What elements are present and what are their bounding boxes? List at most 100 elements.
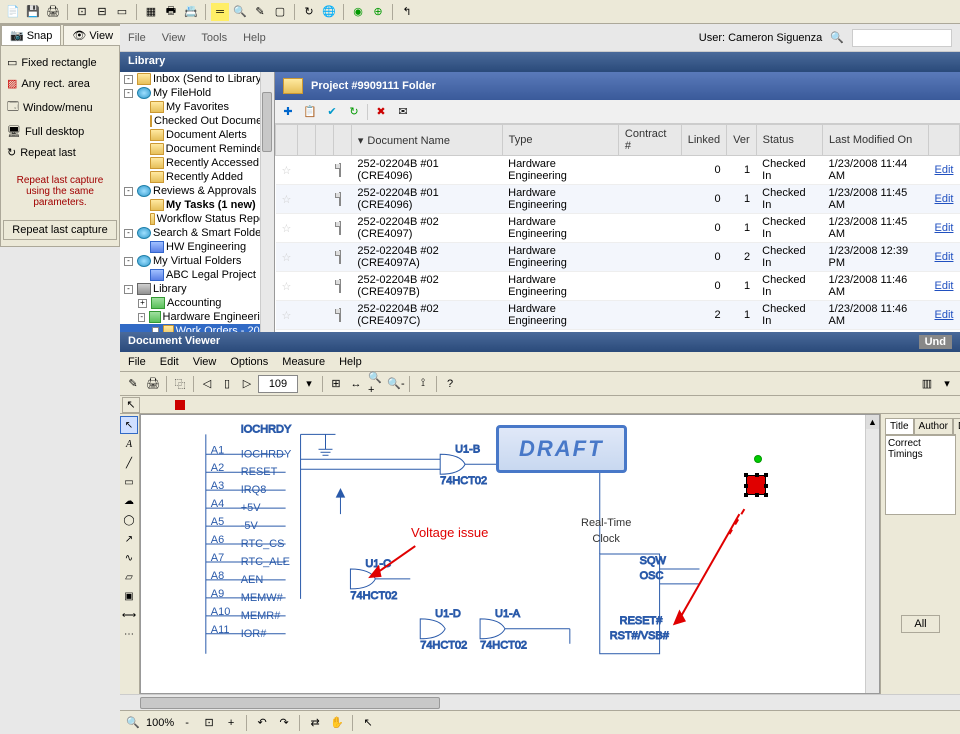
refresh-icon[interactable]: ↻ [345, 103, 363, 121]
expand-icon[interactable]: - [124, 75, 133, 84]
opt-repeat[interactable]: ↻Repeat last [7, 142, 113, 163]
tree-item[interactable]: My Tasks (1 new) [120, 198, 274, 212]
rotate-right-icon[interactable]: ↷ [275, 714, 293, 732]
dv-page-icon[interactable]: ▯ [218, 375, 236, 393]
zoomout-icon[interactable]: - [178, 714, 196, 732]
dv-zoomout-icon[interactable]: 🔍- [387, 375, 405, 393]
rotate-left-icon[interactable]: ↶ [253, 714, 271, 732]
arrow-tool-icon[interactable]: ↗ [120, 530, 138, 548]
tool-target-icon[interactable]: ◉ [349, 3, 367, 21]
dv-help-icon[interactable]: ? [441, 375, 459, 393]
text-tool-icon[interactable]: A [120, 435, 138, 453]
rect-tool-icon[interactable]: ▭ [120, 473, 138, 491]
dv-next-icon[interactable]: ▷ [238, 375, 256, 393]
col-header[interactable]: Status [756, 125, 822, 156]
tool-scanner-icon[interactable]: 📇 [182, 3, 200, 21]
dv-fitw-icon[interactable]: ↔ [347, 375, 365, 393]
tree-item[interactable]: -Search & Smart Folders [120, 226, 274, 240]
tree-item[interactable]: -Library [120, 282, 274, 296]
tool-save-icon[interactable]: 💾 [24, 3, 42, 21]
col-header[interactable]: Last Modified On [823, 125, 929, 156]
dv-more-icon[interactable]: ▾ [938, 375, 956, 393]
table-row[interactable]: ☆252-02204B #02 (CRE4097)Hardware Engine… [276, 214, 960, 243]
repeat-capture-button[interactable]: Repeat last capture [3, 220, 116, 240]
ellipse-tool-icon[interactable]: ◯ [120, 511, 138, 529]
stamp-tool-icon[interactable]: ▣ [120, 587, 138, 605]
col-header[interactable] [333, 125, 351, 156]
zoom-tool-icon[interactable]: 🔍 [124, 714, 142, 732]
tool-window-icon[interactable]: ▭ [113, 3, 131, 21]
col-header[interactable]: Ver [727, 125, 757, 156]
tree-item[interactable]: Checked Out Documents [120, 114, 274, 128]
dv-ruler-icon[interactable]: ⟟ [414, 375, 432, 393]
note-icon[interactable]: 📋 [301, 103, 319, 121]
dv-menu-options[interactable]: Options [230, 356, 268, 368]
voltage-annotation[interactable]: Voltage issue [411, 525, 488, 540]
scroll-thumb[interactable] [262, 92, 272, 152]
red-marker-selected[interactable] [746, 475, 766, 495]
flip-icon[interactable]: ⇄ [306, 714, 324, 732]
menu-tools[interactable]: Tools [201, 32, 227, 44]
hscroll-thumb[interactable] [140, 697, 440, 709]
tree-item[interactable]: -My FileHold [120, 86, 274, 100]
star-icon[interactable]: ☆ [282, 194, 292, 206]
edit-link[interactable]: Edit [935, 164, 954, 176]
edit-link[interactable]: Edit [935, 193, 954, 205]
tool-mode2-icon[interactable]: ⊟ [93, 3, 111, 21]
tree-item[interactable]: HW Engineering [120, 240, 274, 254]
tree-scrollbar[interactable] [260, 72, 274, 332]
zoom-input[interactable] [258, 375, 298, 393]
tool-textbox-icon[interactable]: ▢ [271, 3, 289, 21]
dv-copy-icon[interactable]: ⿻ [171, 375, 189, 393]
draft-stamp[interactable]: DRAFT [496, 425, 627, 473]
dv-menu-measure[interactable]: Measure [282, 356, 325, 368]
select-icon[interactable]: ↖ [359, 714, 377, 732]
table-row[interactable]: ☆252-02204B #02 (CRE4097C)Hardware Engin… [276, 301, 960, 330]
tree-item[interactable]: Recently Accessed [120, 156, 274, 170]
add-icon[interactable]: ✚ [279, 103, 297, 121]
tool-highlight-icon[interactable]: ═ [211, 3, 229, 21]
tree-item[interactable]: -Work Orders - 2008 [120, 324, 274, 332]
tab-author[interactable]: Author [914, 418, 953, 434]
tree-item[interactable]: Recently Added [120, 170, 274, 184]
expand-icon[interactable]: - [124, 187, 133, 196]
annotation-list[interactable]: Correct Timings [885, 435, 956, 515]
schematic-canvas[interactable]: IOCHRDY U1-B 74HCT02 U1-C 74HCT02 [140, 414, 880, 694]
menu-file[interactable]: File [128, 32, 146, 44]
canvas-vscroll[interactable]: ▲ [865, 415, 879, 693]
zoom-pct[interactable]: 100% [146, 717, 174, 729]
mail-icon[interactable]: ✉ [394, 103, 412, 121]
opt-any-rect[interactable]: ▨Any rect. area [7, 73, 113, 94]
library-tree[interactable]: -Inbox (Send to Library)-My FileHoldMy F… [120, 72, 275, 332]
expand-icon[interactable]: + [138, 299, 147, 308]
tool-exit-icon[interactable]: ↰ [398, 3, 416, 21]
all-button[interactable]: All [901, 615, 939, 633]
search-input[interactable] [852, 29, 952, 47]
tool-file-icon[interactable]: 📄 [4, 3, 22, 21]
star-icon[interactable]: ☆ [282, 252, 292, 264]
dv-menu-file[interactable]: File [128, 356, 146, 368]
table-row[interactable]: ☆252-02204B #02 (CRE4097A)Hardware Engin… [276, 243, 960, 272]
edit-link[interactable]: Edit [935, 222, 954, 234]
green-marker[interactable] [754, 455, 762, 463]
tool-globe-icon[interactable]: 🌐 [320, 3, 338, 21]
expand-icon[interactable]: - [124, 285, 133, 294]
star-icon[interactable]: ☆ [282, 281, 292, 293]
tab-d[interactable]: D [953, 418, 960, 434]
delete-icon[interactable]: ✖ [372, 103, 390, 121]
tree-item[interactable]: ABC Legal Project [120, 268, 274, 282]
dv-menu-view[interactable]: View [193, 356, 217, 368]
opt-fixed-rect[interactable]: ▭Fixed rectangle [7, 52, 113, 73]
tree-item[interactable]: -Hardware Engineering [120, 310, 274, 324]
tree-item[interactable]: -Reviews & Approvals [120, 184, 274, 198]
cursor-tool-icon[interactable]: ↖ [122, 397, 140, 413]
dv-print-icon[interactable]: 🖨 [144, 375, 162, 393]
dv-menu-help[interactable]: Help [339, 356, 362, 368]
expand-icon[interactable]: - [124, 229, 133, 238]
table-row[interactable]: ☆252-02204B #01 (CRE4096)Hardware Engine… [276, 185, 960, 214]
star-icon[interactable]: ☆ [282, 310, 292, 322]
doc-table[interactable]: ▾Document NameTypeContract #LinkedVerSta… [275, 124, 960, 332]
dim-tool-icon[interactable]: ⟷ [120, 606, 138, 624]
tool-pencil-icon[interactable]: ✎ [251, 3, 269, 21]
tool-mode1-icon[interactable]: ⊡ [73, 3, 91, 21]
